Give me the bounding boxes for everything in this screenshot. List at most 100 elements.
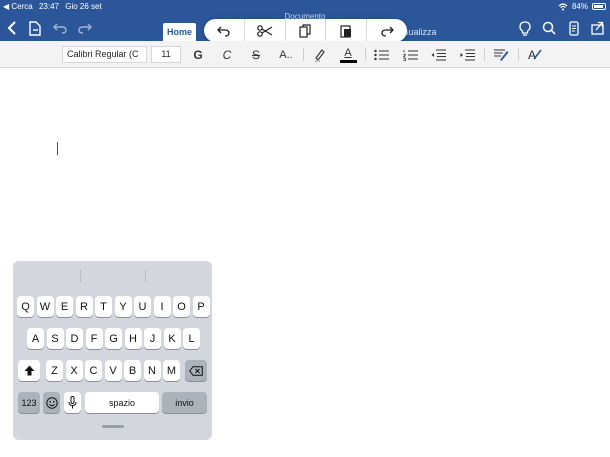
bullet-list-icon — [373, 49, 389, 60]
space-key[interactable]: spazio — [85, 392, 159, 413]
key-a[interactable]: A — [27, 328, 44, 349]
font-name-field[interactable]: Calibri Regular (C — [62, 46, 147, 63]
edit-popup-menu — [204, 19, 407, 42]
popup-undo-button[interactable] — [204, 19, 245, 42]
key-d[interactable]: D — [66, 328, 83, 349]
key-h[interactable]: H — [124, 328, 142, 349]
key-y[interactable]: Y — [114, 296, 132, 317]
increase-indent-button[interactable] — [458, 45, 476, 64]
paragraph-format-button[interactable] — [491, 45, 511, 64]
paste-icon — [340, 24, 352, 38]
key-n[interactable]: N — [143, 360, 161, 381]
word-app: ◀ Cerca 23:47 Gio 26 set 84% Documento H… — [0, 0, 610, 457]
key-m[interactable]: M — [163, 360, 180, 381]
ribbon-divider — [484, 48, 485, 61]
redo-button[interactable] — [76, 17, 94, 39]
date: Gio 26 set — [65, 2, 102, 11]
key-x[interactable]: X — [65, 360, 83, 381]
key-e[interactable]: E — [56, 296, 73, 317]
home-ribbon: Calibri Regular (C 11 G C S A.. A A — [0, 41, 610, 68]
outdent-icon — [431, 48, 446, 61]
key-q[interactable]: Q — [17, 296, 34, 317]
back-button[interactable] — [4, 17, 20, 39]
back-to-app-link[interactable]: ◀ Cerca — [3, 2, 33, 11]
delete-backward-icon — [189, 365, 203, 376]
title-bar: ◀ Cerca 23:47 Gio 26 set 84% Documento H… — [0, 0, 610, 42]
shift-key[interactable] — [18, 360, 40, 381]
popup-copy-button[interactable] — [286, 19, 327, 42]
shift-arrow-icon — [24, 365, 34, 376]
tell-me-button[interactable] — [516, 17, 534, 39]
keyboard-drag-handle[interactable] — [102, 425, 124, 428]
clock: 23:47 — [38, 2, 59, 11]
return-key[interactable]: invio — [162, 392, 207, 413]
italic-button[interactable]: C — [219, 45, 235, 64]
key-r[interactable]: R — [75, 296, 93, 317]
file-button[interactable] — [26, 17, 44, 39]
mobile-view-button[interactable] — [565, 17, 583, 39]
numbers-key[interactable]: 123 — [18, 392, 40, 413]
share-button[interactable] — [588, 17, 606, 39]
tab-home[interactable]: Home — [163, 23, 196, 41]
emoji-icon — [45, 396, 58, 409]
font-color-label: A — [344, 46, 352, 59]
numbered-list-icon — [402, 49, 418, 61]
floating-keyboard: Q W E R T Y U I O P A S D F G H J K L Z … — [13, 261, 212, 440]
redo-icon — [78, 23, 92, 34]
key-c[interactable]: C — [85, 360, 102, 381]
key-g[interactable]: G — [105, 328, 122, 349]
undo-icon — [53, 23, 67, 34]
key-i[interactable]: I — [153, 296, 171, 317]
font-color-button[interactable]: A — [338, 45, 358, 64]
key-f[interactable]: F — [85, 328, 103, 349]
popup-redo-button[interactable] — [367, 19, 407, 42]
text-cursor — [57, 142, 58, 155]
chevron-left-icon — [7, 21, 16, 35]
styles-button[interactable]: A — [525, 45, 545, 64]
popup-cut-button[interactable] — [245, 19, 286, 42]
key-z[interactable]: Z — [46, 360, 63, 381]
battery-percent: 84% — [571, 2, 588, 11]
search-icon — [542, 21, 556, 35]
battery-icon — [592, 3, 606, 10]
pen-icon — [533, 49, 542, 60]
search-button[interactable] — [540, 17, 558, 39]
numbering-button[interactable] — [401, 45, 419, 64]
tab-visualizza[interactable]: isualizza — [402, 27, 437, 37]
decrease-indent-button[interactable] — [429, 45, 447, 64]
prediction-divider — [80, 270, 81, 282]
ribbon-divider — [518, 48, 519, 61]
wifi-icon — [558, 2, 568, 10]
bold-button[interactable]: G — [190, 45, 206, 64]
key-b[interactable]: B — [124, 360, 141, 381]
font-color-swatch — [339, 59, 357, 63]
emoji-key[interactable] — [43, 392, 60, 413]
key-t[interactable]: T — [95, 296, 112, 317]
redo-icon — [380, 26, 394, 37]
highlight-button[interactable] — [310, 45, 328, 64]
microphone-icon — [68, 396, 77, 409]
key-o[interactable]: O — [173, 296, 190, 317]
dictation-key[interactable] — [64, 392, 81, 413]
lightbulb-icon — [519, 20, 531, 36]
key-p[interactable]: P — [192, 296, 210, 317]
prediction-divider — [145, 270, 146, 282]
indent-icon — [460, 48, 475, 61]
font-size-field[interactable]: 11 — [151, 46, 181, 63]
popup-paste-button[interactable] — [326, 19, 368, 42]
phone-view-icon — [569, 20, 579, 36]
bullets-button[interactable] — [372, 45, 390, 64]
strikethrough-button[interactable]: S — [248, 45, 264, 64]
key-j[interactable]: J — [144, 328, 161, 349]
text-effects-button[interactable]: A.. — [276, 45, 296, 64]
backspace-key[interactable] — [185, 360, 207, 381]
key-v[interactable]: V — [104, 360, 122, 381]
undo-button[interactable] — [51, 17, 69, 39]
key-k[interactable]: K — [163, 328, 181, 349]
key-w[interactable]: W — [36, 296, 54, 317]
copy-icon — [299, 23, 312, 38]
ribbon-divider — [303, 48, 304, 61]
key-u[interactable]: U — [134, 296, 151, 317]
key-s[interactable]: S — [46, 328, 64, 349]
key-l[interactable]: L — [183, 328, 200, 349]
